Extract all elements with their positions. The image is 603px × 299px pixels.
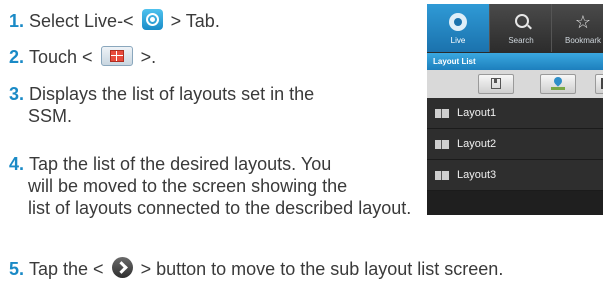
- layout-icon: [435, 171, 449, 180]
- next-arrow-icon: [111, 257, 133, 278]
- layout-icon: [435, 140, 449, 149]
- map-view-button[interactable]: [540, 74, 576, 94]
- layout-name: Layout2: [457, 138, 497, 150]
- step-1-text-start: Select Live-<: [29, 11, 134, 31]
- tab-live[interactable]: Live: [427, 4, 489, 52]
- step-4: 4. Tap the list of the desired layouts. Y…: [9, 153, 411, 219]
- layout-list-item[interactable]: Layout2: [427, 129, 603, 160]
- layout-view-button[interactable]: [595, 74, 603, 94]
- tab-bar: Live Search ☆ Bookmark: [427, 4, 603, 52]
- step-1-text-end: > Tab.: [170, 11, 220, 31]
- layout-name: Layout1: [457, 107, 497, 119]
- view-toolbar: [427, 70, 603, 98]
- live-icon: [449, 13, 467, 31]
- tab-bookmark[interactable]: ☆ Bookmark: [551, 4, 603, 52]
- tab-live-label: Live: [450, 36, 466, 45]
- layout-tab-icon: [100, 46, 133, 66]
- step-4-line-2: will be moved to the screen showing the: [28, 176, 348, 196]
- step-2-text-end: >.: [140, 47, 157, 67]
- step-4-line-1: Tap the list of the desired layouts. You: [29, 154, 332, 174]
- tab-search[interactable]: Search: [489, 4, 552, 52]
- bookmark-view-button[interactable]: [478, 74, 514, 94]
- app-screenshot: Live Search ☆ Bookmark Layout List Layou…: [427, 4, 603, 215]
- step-number: 3.: [9, 84, 25, 104]
- step-3-line-2: SSM.: [28, 106, 73, 126]
- step-2: 2. Touch < >.: [9, 46, 156, 68]
- layout-list-item[interactable]: Layout3: [427, 160, 603, 191]
- step-1: 1. Select Live-< > Tab.: [9, 9, 220, 32]
- step-number: 2.: [9, 47, 25, 67]
- step-number: 1.: [9, 11, 25, 31]
- layout-list-item[interactable]: Layout1: [427, 98, 603, 129]
- step-number: 5.: [9, 259, 25, 279]
- layout-list-header: Layout List: [427, 53, 603, 70]
- live-icon: [141, 9, 163, 30]
- step-5-text-start: Tap the <: [29, 259, 104, 279]
- tab-bookmark-label: Bookmark: [564, 36, 601, 45]
- list-empty-area: [427, 191, 603, 215]
- step-5: 5. Tap the < > button to move to the sub …: [9, 257, 503, 280]
- step-2-text-start: Touch <: [29, 47, 93, 67]
- star-icon: ☆: [574, 12, 592, 32]
- bookmark-icon: [491, 78, 501, 89]
- map-pin-icon: [551, 77, 565, 91]
- search-icon: [515, 14, 529, 28]
- step-3: 3. Displays the list of layouts set in th…: [9, 83, 314, 127]
- layout-name: Layout3: [457, 169, 497, 181]
- layout-icon: [435, 109, 449, 118]
- step-number: 4.: [9, 154, 25, 174]
- step-3-line-1: Displays the list of layouts set in the: [29, 84, 315, 104]
- tab-search-label: Search: [508, 36, 534, 45]
- step-5-text-end: > button to move to the sub layout list …: [140, 259, 504, 279]
- step-4-line-3: list of layouts connected to the describ…: [28, 198, 412, 218]
